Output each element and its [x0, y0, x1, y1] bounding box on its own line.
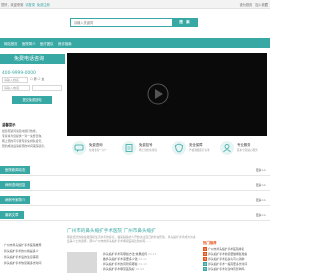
list-item[interactable]: · 鼻头缩扩手术哪家医院好 04-09 [101, 267, 197, 271]
more-link[interactable]: 更多>> [256, 183, 266, 187]
section-label: 病例专家简介 [0, 196, 31, 204]
service-title: 安全保障 [189, 143, 203, 147]
list-item[interactable]: 1 广州市鼻头缩扩手术医院排名 [203, 247, 269, 251]
radio-female-label: 女 [41, 77, 45, 81]
login-link[interactable]: 请登录 [25, 3, 35, 7]
featured-title[interactable]: 广州市的鼻头缩扩手术医院 广州市鼻头缩扩 [67, 228, 156, 234]
list-item[interactable]: 2 鼻头缩扩手术前需要做哪些准备 [203, 252, 269, 256]
news-date: 04-12 [148, 252, 157, 256]
hot-list-title: 热门推荐 [203, 241, 217, 245]
section-cases: 病例咨询回复 更多>> [0, 181, 270, 191]
list-item[interactable]: · 鼻头缩扩手术后的注意事项 [2, 255, 64, 259]
news-title: · 做鼻头缩扩手术需要多少钱 [101, 257, 138, 261]
list-item-text: 鼻头缩扩手术一般需要多长时间 [208, 262, 248, 266]
callback-title: 免费电话咨询 [0, 54, 65, 64]
hotline-number: 400-9999-0000 [2, 71, 36, 76]
list-item[interactable]: 4 鼻头缩扩手术一般需要多长时间 [203, 262, 269, 266]
section-label: 医院新闻动态 [0, 166, 31, 174]
service-sub: 严格遵循医疗标准 [189, 149, 210, 152]
register-link[interactable]: 免费注册 [37, 3, 50, 7]
list-item[interactable]: · 鼻头缩扩手术有哪些方法 效果如何 04-12 [101, 252, 197, 256]
service-sub: 在线专家一对一 [89, 149, 108, 152]
shield-icon [172, 141, 186, 155]
section-news: 医院新闻动态 更多>> [0, 166, 270, 176]
chat-icon [72, 141, 86, 155]
extra-field[interactable] [32, 85, 62, 91]
radio-female-icon[interactable]: ☐ [38, 77, 41, 81]
rank-badge: 1 [203, 247, 207, 251]
header: 搜 索 [0, 9, 270, 38]
service-professional[interactable]: 专业服务 医护全程贴心服务 [218, 139, 268, 163]
video-player[interactable] [67, 53, 267, 136]
service-sub: 网上预约免排队 [139, 149, 158, 152]
name-field[interactable]: 请输入姓名 [2, 77, 28, 83]
article-thumbnail[interactable] [67, 252, 97, 273]
service-title: 免费挂号 [139, 143, 153, 147]
service-title: 专业服务 [237, 143, 251, 147]
section-latest: 最新文章 更多>> [0, 211, 270, 221]
greeting-area: 您好，欢迎来到 请登录 免费注册 [1, 2, 51, 7]
featured-desc: 随着经济的快速发展和生活水平的提高，越来越多的人开始关注自己的外在形象，鼻头缩扩… [67, 235, 196, 243]
nav-item-home[interactable]: 网站首页 [4, 41, 18, 46]
nav-item-guide[interactable]: 就诊指南 [58, 41, 72, 46]
list-item-text: 鼻头缩扩手术对身体有影响吗 [208, 267, 245, 271]
rank-badge: 5 [203, 267, 207, 271]
list-item-text: 鼻头缩扩手术后多久可以消肿 [208, 257, 245, 261]
search-input[interactable] [70, 18, 172, 27]
service-safety[interactable]: 安全保障 严格遵循医疗标准 [170, 139, 220, 163]
list-item[interactable]: · 鼻头缩扩手术恢复期多长时间 [2, 261, 64, 265]
news-title: · 鼻头缩扩手术哪家医院好 [101, 267, 135, 271]
rank-badge: 4 [203, 262, 207, 266]
notice-line: 预约成功后请按预约时间来院就诊。 [2, 144, 47, 148]
list-item-text: 鼻头缩扩手术前需要做哪些准备 [208, 252, 248, 256]
list-item[interactable]: · 鼻头缩扩手术的价格是多少 [2, 249, 64, 253]
person-icon [220, 141, 234, 155]
notice-title: 温馨提示 [2, 123, 16, 127]
nav-item-about[interactable]: 医院简介 [22, 41, 36, 46]
list-item-text: 广州市鼻头缩扩手术医院排名 [208, 247, 245, 251]
service-register[interactable]: 免费挂号 网上预约免排队 [120, 139, 170, 163]
news-date: 04-11 [138, 257, 147, 261]
radio-male-icon[interactable]: ☐ [30, 77, 33, 81]
list-item[interactable]: 3 鼻头缩扩手术后多久可以消肿 [203, 257, 269, 261]
news-date: 04-09 [135, 267, 144, 271]
greeting-text: 您好，欢迎来到 [1, 3, 24, 7]
play-icon[interactable] [147, 83, 169, 105]
service-sub: 医护全程贴心服务 [237, 149, 258, 152]
top-right-links: 设为首页 加入收藏 [237, 2, 268, 7]
radio-male-label: 男 [33, 77, 37, 81]
list-item[interactable]: · 广州市鼻头缩扩手术医院推荐 [2, 243, 64, 247]
add-favorite-link[interactable]: 加入收藏 [255, 3, 268, 7]
list-item[interactable]: · 做鼻头缩扩手术需要多少钱 04-11 [101, 257, 197, 261]
section-label: 最新文章 [0, 211, 24, 219]
main-nav: 网站首页 医院简介 医疗团队 就诊指南 [0, 38, 270, 48]
submit-callback-button[interactable]: 提交免费回电 [12, 96, 52, 104]
search-bar: 搜 索 [70, 18, 198, 27]
rank-badge: 3 [203, 257, 207, 261]
service-title: 免费咨询 [89, 143, 103, 147]
rank-badge: 2 [203, 252, 207, 256]
gender-radio-group: ☐ 男 ☐ 女 [30, 77, 44, 81]
list-item[interactable]: · 鼻头缩扩手术的风险有哪些 04-10 [101, 262, 197, 266]
search-button[interactable]: 搜 索 [172, 18, 198, 27]
list-item[interactable]: 5 鼻头缩扩手术对身体有影响吗 [203, 267, 269, 271]
notice-line: 如您有疑问请及时拨打热线， [2, 129, 39, 133]
notice-line: 网上预约可享受专家免排队挂号， [2, 139, 44, 143]
news-title: · 鼻头缩扩手术有哪些方法 效果如何 [101, 252, 148, 256]
section-experts: 病例专家简介 更多>> [0, 196, 270, 206]
nav-item-team[interactable]: 医疗团队 [40, 41, 54, 46]
service-consult[interactable]: 免费咨询 在线专家一对一 [70, 139, 120, 163]
more-link[interactable]: 更多>> [256, 168, 266, 172]
news-title: · 鼻头缩扩手术的风险有哪些 [101, 262, 138, 266]
more-link[interactable]: 更多>> [256, 198, 266, 202]
set-homepage-link[interactable]: 设为首页 [239, 3, 252, 7]
more-link[interactable]: 更多>> [256, 213, 266, 217]
section-label: 病例咨询回复 [0, 181, 31, 189]
notice-line: 专家将为您提供一对一免费咨询， [2, 134, 44, 138]
news-date: 04-10 [138, 262, 147, 266]
clipboard-icon [122, 141, 136, 155]
phone-field[interactable]: 请输入电话 [2, 85, 30, 91]
top-bar: 您好，欢迎来到 请登录 免费注册 设为首页 加入收藏 [0, 0, 270, 9]
